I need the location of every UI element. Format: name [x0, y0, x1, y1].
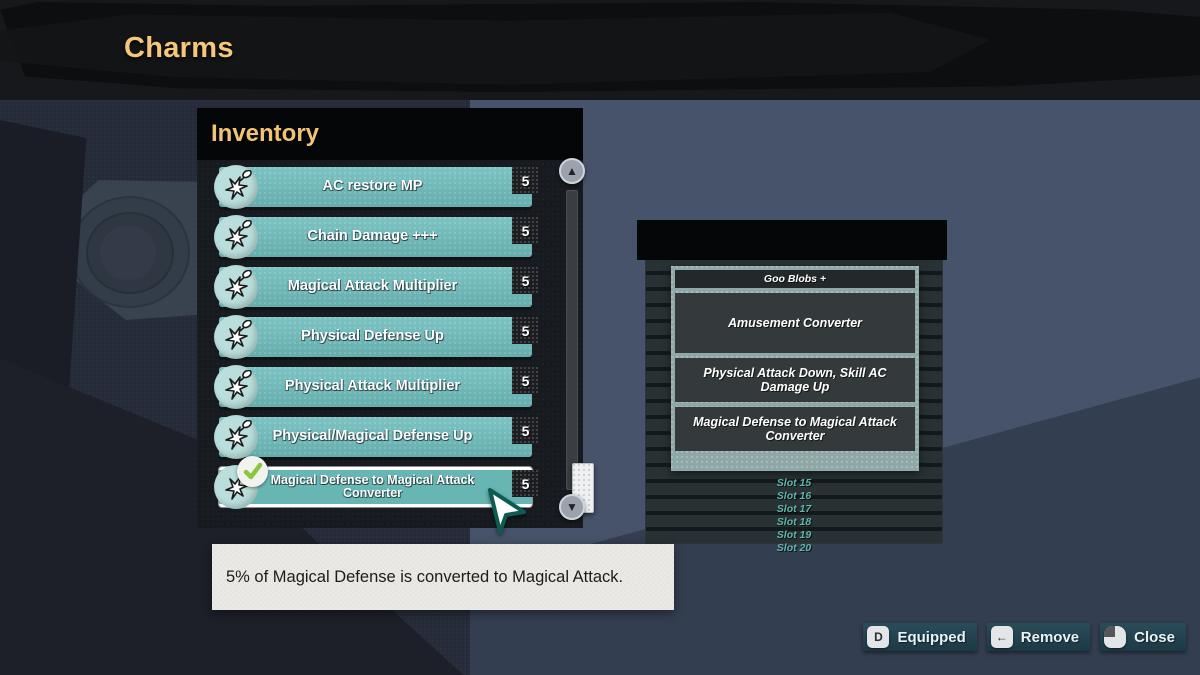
inventory-item-label: Physical/Magical Defense Up — [272, 428, 473, 445]
mouse-cursor-icon — [487, 487, 527, 540]
inventory-item-row[interactable]: Physical Defense Up 5 — [205, 313, 547, 362]
inventory-panel: Inventory AC restore MP 5 Chain Damage +++… — [197, 108, 583, 528]
inventory-item-bar[interactable]: Physical Attack Multiplier 5 — [219, 367, 539, 407]
inventory-item-row[interactable]: Physical/Magical Defense Up 5 — [205, 413, 547, 462]
inventory-item-quantity: 5 — [512, 267, 539, 294]
charm-star-icon — [214, 365, 258, 409]
inventory-title: Inventory — [211, 120, 320, 147]
charm-star-icon — [214, 165, 258, 209]
inventory-item-label: Physical Defense Up — [301, 328, 444, 345]
charm-star-icon — [225, 270, 252, 300]
charm-star-icon — [225, 320, 252, 350]
inventory-item-bar[interactable]: Physical Defense Up 5 — [219, 317, 539, 357]
footer-button-close[interactable]: Close — [1100, 623, 1186, 651]
footer-button-label: Remove — [1020, 628, 1080, 646]
charm-star-icon — [225, 370, 252, 400]
equipped-empty-slot[interactable]: Slot 20 — [645, 541, 943, 554]
scroll-down-arrow-icon[interactable]: ▼ — [559, 494, 585, 520]
page-title: Charms — [124, 32, 234, 64]
equipped-empty-slot[interactable]: Slot 16 — [645, 489, 943, 502]
inventory-list: AC restore MP 5 Chain Damage +++ 5 Magical A… — [205, 163, 547, 523]
inventory-item-row[interactable]: AC restore MP 5 — [205, 163, 547, 212]
equipped-empty-slot-list: Slot 15 Slot 16 Slot 17 Slot 18 Slot 19 Slot … — [645, 476, 943, 554]
inventory-item-label: Chain Damage +++ — [307, 228, 438, 245]
footer-button-label: Close — [1134, 628, 1175, 646]
charm-star-icon — [225, 420, 252, 450]
equipped-item[interactable]: Physical Attack Down, Skill AC Damage Up — [675, 358, 915, 402]
inventory-item-label: Magical Attack Multiplier — [287, 278, 458, 295]
equipped-titlebar — [637, 220, 947, 260]
equipped-empty-slot[interactable]: Slot 18 — [645, 515, 943, 528]
inventory-item-bar[interactable]: Chain Damage +++ 5 — [219, 217, 539, 257]
inventory-item-quantity: 5 — [512, 417, 539, 444]
tooltip-text: 5% of Magical Defense is converted to Ma… — [226, 567, 624, 586]
inventory-item-bar[interactable]: AC restore MP 5 — [219, 167, 539, 207]
inventory-item-quantity: 5 — [512, 217, 539, 244]
inventory-item-row[interactable]: Chain Damage +++ 5 — [205, 213, 547, 262]
background-scroll-ring-inner — [100, 226, 156, 280]
charm-star-icon — [214, 415, 258, 459]
inventory-item-quantity: 5 — [512, 167, 539, 194]
inventory-item-quantity: 5 — [512, 367, 539, 394]
scroll-up-arrow-icon[interactable]: ▲ — [559, 158, 585, 184]
equipped-items-list: Amusement Converter Physical Attack Down,… — [675, 293, 915, 451]
footer-button-equipped[interactable]: D Equipped — [863, 623, 977, 651]
equipped-empty-slot[interactable]: Slot 15 — [645, 476, 943, 489]
keyboard-key-icon: D — [867, 626, 890, 648]
inventory-item-label: Physical Attack Multiplier — [284, 378, 461, 395]
footer-button-remove[interactable]: ← Remove — [986, 623, 1091, 651]
scrollbar-track[interactable] — [566, 190, 594, 513]
charm-star-icon — [214, 315, 258, 359]
equipped-empty-slot[interactable]: Slot 19 — [645, 528, 943, 541]
equipped-group-label: Goo Blobs + — [675, 270, 915, 288]
footer-button-bar: D Equipped ← Remove Close — [863, 623, 1186, 651]
equipped-check-icon — [237, 456, 268, 487]
charm-star-icon — [214, 265, 258, 309]
equipped-item[interactable]: Amusement Converter — [675, 293, 915, 353]
equipped-panel: Goo Blobs + Amusement Converter Physical … — [637, 220, 947, 554]
tooltip-panel: 5% of Magical Defense is converted to Ma… — [212, 544, 674, 610]
inventory-item-bar[interactable]: Physical/Magical Defense Up 5 — [219, 417, 539, 457]
keyboard-key-icon: ← — [990, 626, 1013, 648]
charm-star-icon — [214, 215, 258, 259]
inventory-item-row[interactable]: Physical Attack Multiplier 5 — [205, 363, 547, 412]
inventory-scrollbar[interactable]: ▲ ▼ — [556, 158, 594, 520]
inventory-item-row[interactable]: Magical Attack Multiplier 5 — [205, 263, 547, 312]
footer-button-label: Equipped — [897, 628, 966, 646]
mouse-button-icon — [1104, 626, 1127, 648]
equipped-item[interactable]: Magical Defense to Magical Attack Conver… — [675, 407, 915, 451]
inventory-item-quantity: 5 — [512, 317, 539, 344]
equipped-empty-slot[interactable]: Slot 17 — [645, 502, 943, 515]
check-icon — [243, 462, 262, 479]
charm-star-icon — [225, 220, 252, 250]
inventory-item-bar[interactable]: Magical Attack Multiplier 5 — [219, 267, 539, 307]
inventory-item-label: AC restore MP — [322, 178, 423, 195]
equipped-items-frame: Goo Blobs + Amusement Converter Physical … — [671, 266, 919, 471]
charm-star-icon — [225, 170, 252, 200]
